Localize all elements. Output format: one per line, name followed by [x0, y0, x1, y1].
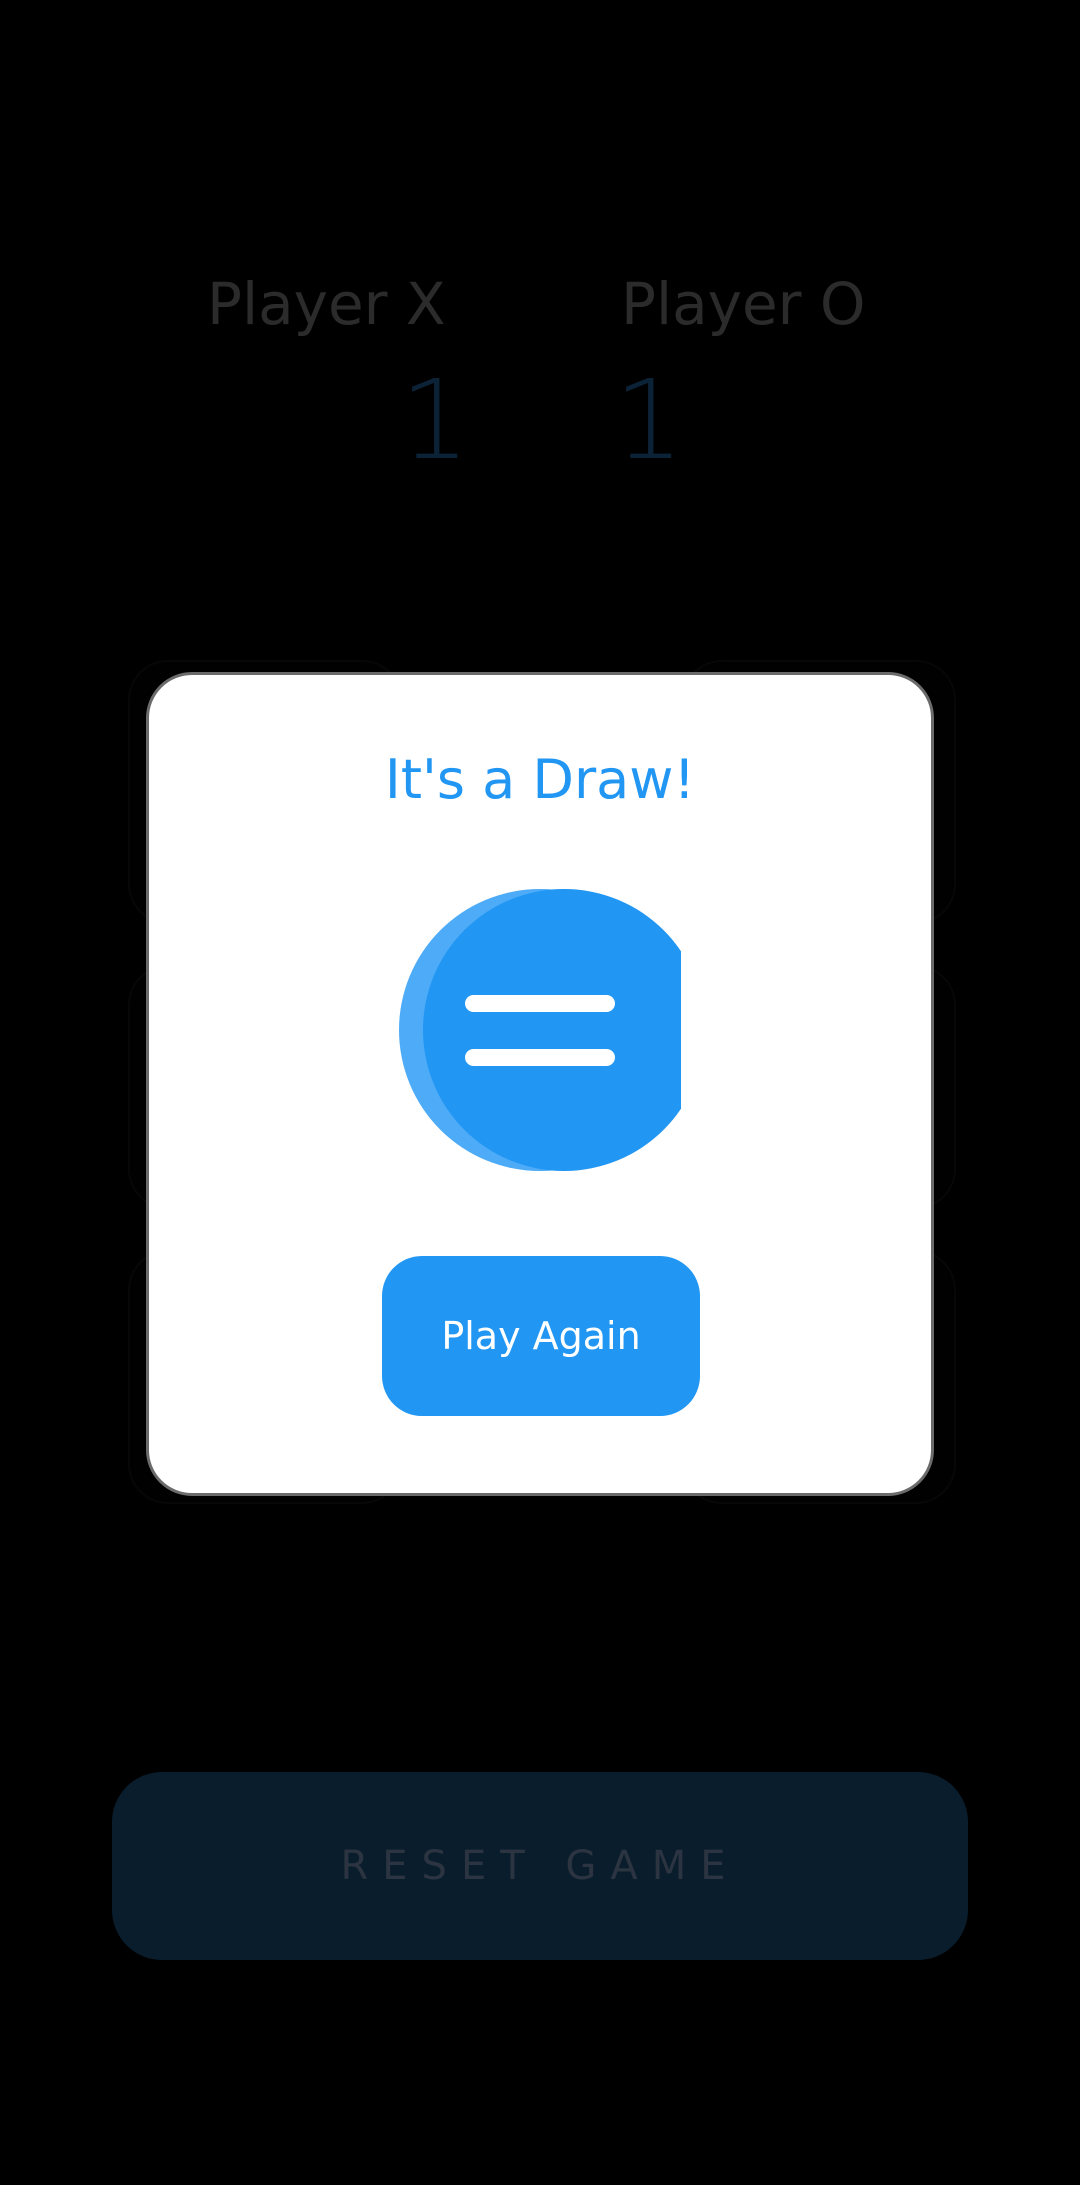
player-x-score: 1	[400, 356, 470, 484]
player-x-label: Player X	[207, 270, 446, 338]
draw-result-dialog: It's a Draw! Play Again	[146, 672, 934, 1496]
dialog-title: It's a Draw!	[384, 748, 696, 811]
play-again-button[interactable]: Play Again	[382, 1256, 700, 1416]
reset-game-button[interactable]: RESET GAME	[112, 1772, 968, 1960]
player-o-label: Player O	[621, 270, 866, 338]
game-screen: Player X Player O 1 1 It's a Draw! Play …	[0, 0, 1080, 2185]
player-o-score: 1	[614, 356, 684, 484]
equals-icon	[399, 889, 705, 1171]
